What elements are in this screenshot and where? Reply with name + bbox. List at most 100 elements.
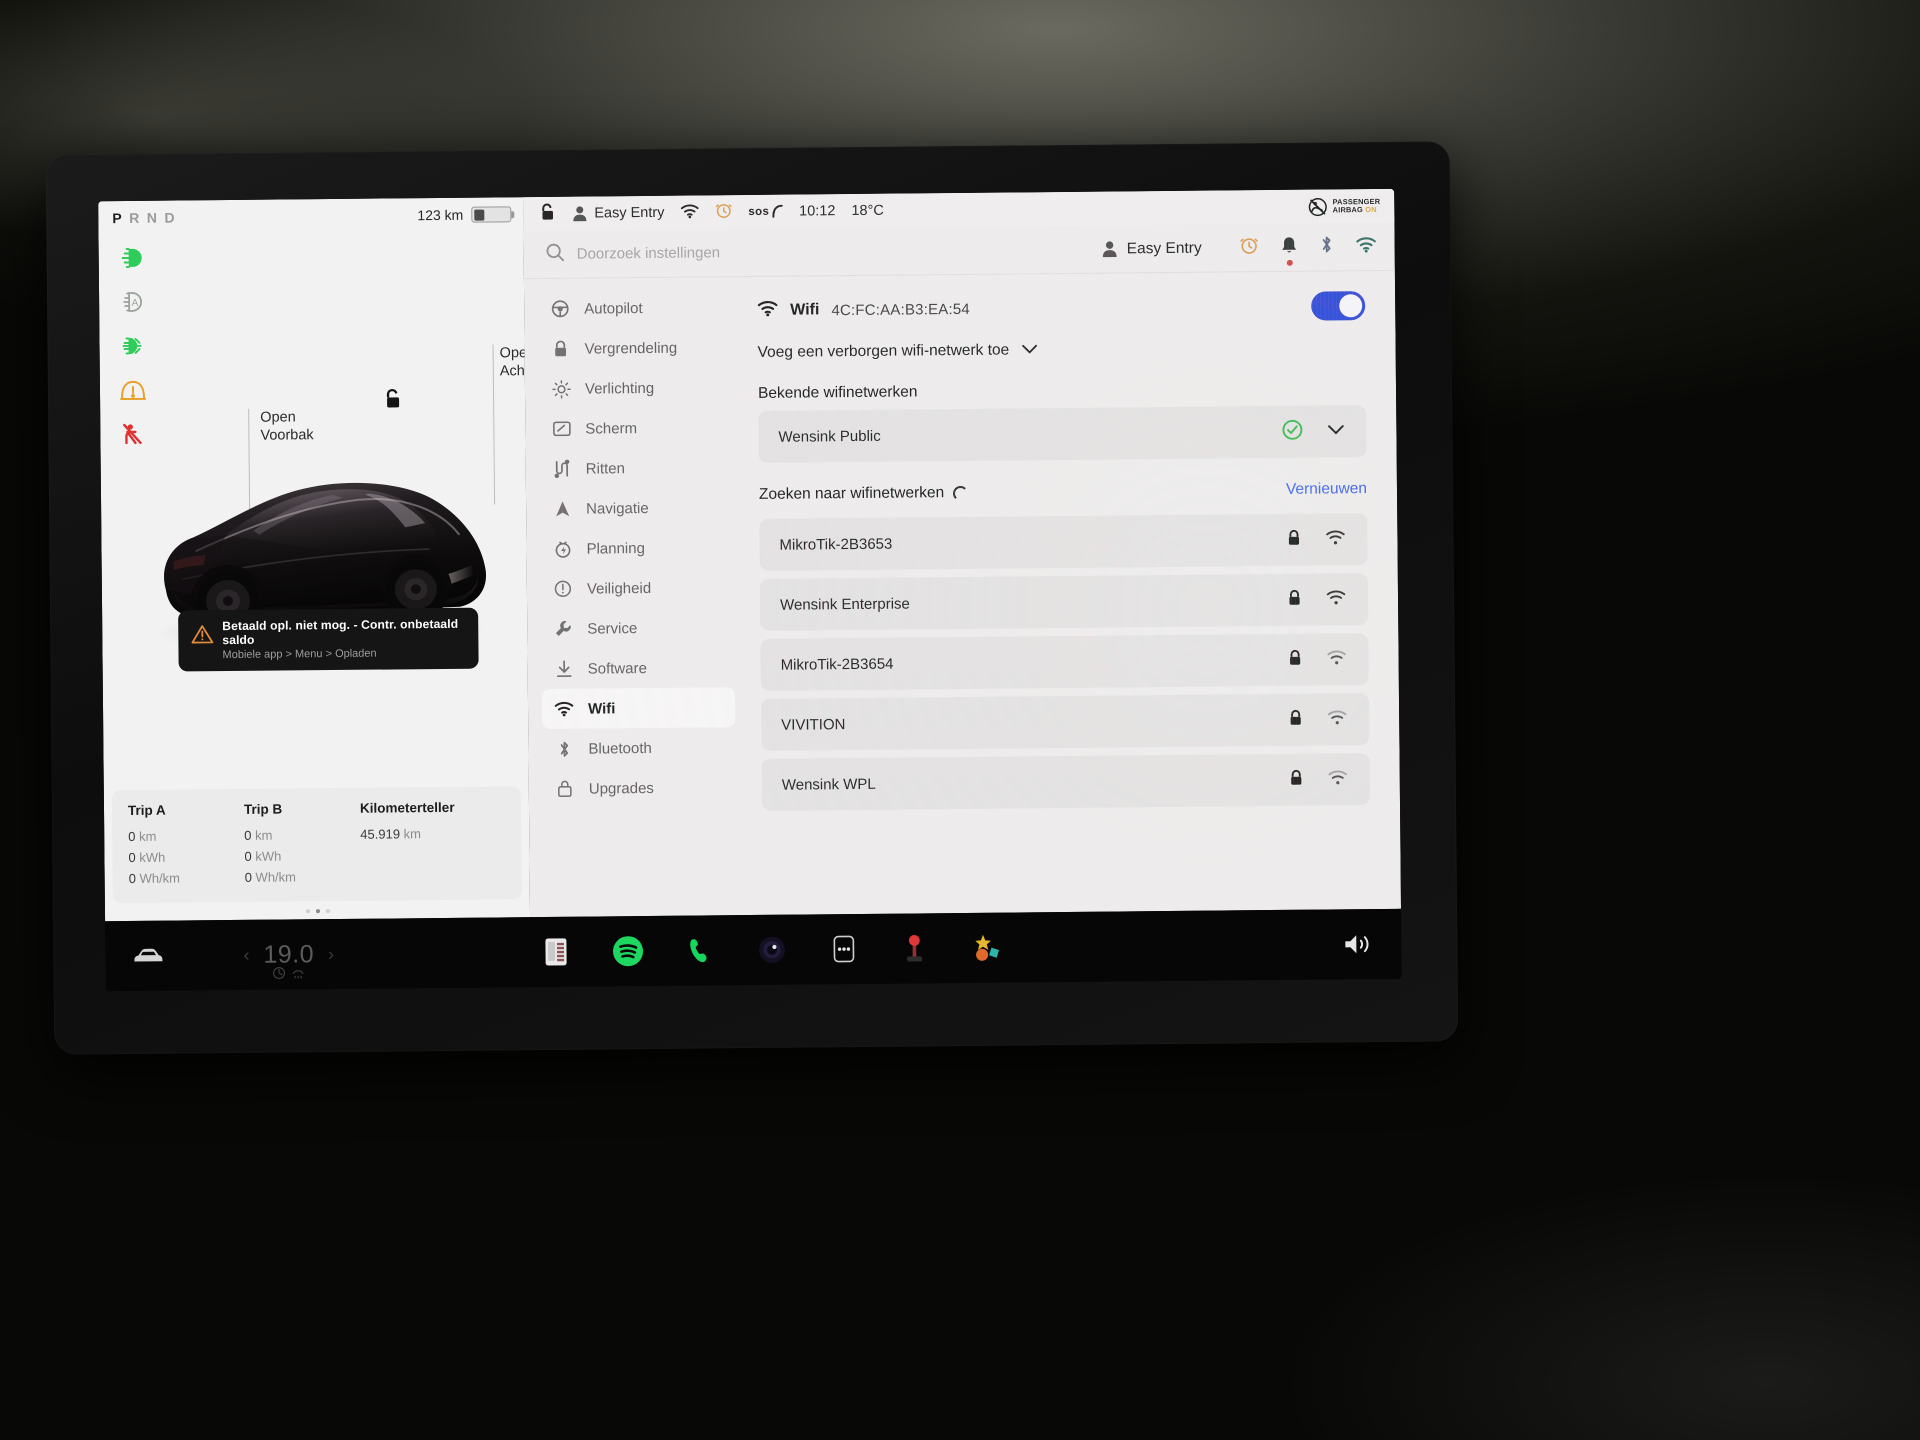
odometer: Kilometerteller 45.919 km (360, 799, 506, 887)
sidebar-item-bluetooth[interactable]: Bluetooth (542, 727, 735, 769)
defrost-icon[interactable] (292, 966, 305, 979)
unlocked-padlock-icon[interactable] (539, 202, 556, 225)
sidebar-label: Navigatie (586, 499, 649, 518)
battery-icon (471, 206, 512, 223)
driver-profile-status[interactable]: Easy Entry (572, 205, 664, 222)
trip-a-efficiency-unit: Wh/km (139, 870, 181, 886)
temp-decrease-button[interactable]: ‹ (243, 944, 249, 965)
more-apps-icon[interactable] (827, 932, 861, 966)
network-row[interactable]: VIVITION (760, 693, 1370, 751)
dock-right-group (1341, 927, 1375, 961)
steering-wheel-icon (550, 300, 570, 318)
trip-b-values: 0 km 0 kWh 0 Wh/km (244, 824, 361, 888)
sos-indicator[interactable]: sos (748, 204, 783, 219)
refresh-button[interactable]: Vernieuwen (1286, 480, 1367, 499)
airbag-off-symbol-icon (1309, 197, 1328, 216)
sidebar-label: Bluetooth (588, 739, 652, 758)
wifi-icon[interactable] (1356, 235, 1377, 257)
page-dot-3[interactable] (325, 909, 330, 914)
network-row-actions (1281, 418, 1344, 446)
settings-profile[interactable]: Easy Entry (1102, 239, 1202, 258)
sidebar-item-autopilot[interactable]: Autopilot (538, 287, 731, 329)
sidebar-item-upgrades[interactable]: Upgrades (543, 767, 736, 809)
sidebar-item-planning[interactable]: Planning (540, 527, 733, 569)
wifi-signal-icon (1327, 709, 1347, 730)
volume-icon[interactable] (1341, 927, 1375, 961)
trip-stats-card[interactable]: Trip A 0 km 0 kWh 0 Wh/km Trip B 0 km 0 … (111, 786, 522, 904)
sidebar-item-ritten[interactable]: Ritten (540, 447, 733, 489)
wifi-title: Wifi (790, 301, 820, 319)
bluetooth-icon (554, 739, 574, 758)
wifi-signal-icon (1325, 529, 1345, 550)
outside-temperature: 18°C (851, 202, 884, 220)
trip-b-distance-unit: km (255, 827, 273, 843)
profile-name: Easy Entry (594, 204, 665, 222)
bluetooth-icon[interactable] (1320, 234, 1334, 259)
lock-icon (1288, 708, 1303, 731)
sidebar-item-software[interactable]: Software (541, 647, 734, 689)
page-dot-1[interactable] (305, 909, 310, 914)
media-icon[interactable] (539, 935, 573, 969)
dock-left-group: ‹ 19.0 › (131, 937, 334, 979)
sidebar-item-scherm[interactable]: Scherm (539, 407, 732, 449)
sidebar-item-veiligheid[interactable]: Veiligheid (541, 567, 734, 609)
sidebar-item-navigatie[interactable]: Navigatie (540, 487, 733, 529)
charging-notification[interactable]: Betaald opl. niet mog. - Contr. onbetaal… (178, 607, 479, 672)
wifi-toggle[interactable] (1311, 290, 1366, 321)
wifi-signal-icon (1326, 589, 1346, 610)
climate-sub-icons (273, 966, 305, 979)
display-icon (551, 421, 571, 437)
sidebar-label: Scherm (585, 419, 638, 438)
bottom-dock: ‹ 19.0 › (105, 908, 1402, 992)
scanning-label: Zoeken naar wifinetwerken (758, 484, 945, 503)
arcade-icon[interactable] (971, 931, 1005, 965)
alarm-clock-icon[interactable] (715, 201, 732, 223)
airbag-line2: AIRBAG (1332, 205, 1364, 215)
add-hidden-network-row[interactable]: Voeg een verborgen wifi-netwerk toe (757, 327, 1365, 373)
camera-icon[interactable] (755, 933, 789, 967)
warning-triangle-icon (191, 625, 214, 644)
sidebar-item-vergrendeling[interactable]: Vergrendeling (538, 327, 731, 369)
center-display-screen: P R N D 123 km A Open Voorbak Open Betaa… (98, 188, 1402, 992)
settings-search-row: Easy Entry (523, 222, 1395, 280)
safety-warning-icon (553, 580, 573, 598)
sidebar-item-verlichting[interactable]: Verlichting (539, 367, 732, 409)
bell-icon[interactable] (1281, 235, 1298, 266)
person-icon (573, 206, 587, 222)
network-row[interactable]: MikroTik-2B3654 (760, 633, 1369, 691)
chevron-down-icon[interactable] (1327, 422, 1344, 440)
sidebar-item-service[interactable]: Service (541, 607, 734, 649)
network-row[interactable]: Wensink WPL (761, 753, 1371, 811)
lock-icon (1288, 648, 1303, 671)
wifi-settings-content: Wifi 4C:FC:AA:B3:EA:54 Voeg een verborge… (739, 271, 1401, 915)
page-dot-2[interactable] (315, 909, 320, 914)
fan-icon[interactable] (273, 966, 286, 979)
sidebar-label: Service (587, 619, 638, 638)
temp-increase-button[interactable]: › (328, 944, 334, 965)
network-ssid: Wensink Enterprise (779, 594, 910, 614)
person-icon (1102, 241, 1117, 258)
wifi-icon[interactable] (680, 203, 699, 222)
odometer-label: Kilometerteller (359, 799, 455, 816)
network-row[interactable]: MikroTik-2B3653 (759, 513, 1368, 571)
temperature-number: 19.0 (263, 939, 315, 969)
frunk-callout-line1: Open (260, 409, 296, 426)
wifi-mac-address: 4C:FC:AA:B3:EA:54 (831, 300, 970, 319)
gear-d: D (164, 209, 176, 226)
car-icon[interactable] (131, 939, 165, 973)
car-status-panel: P R N D 123 km A Open Voorbak Open Betaa… (98, 197, 565, 922)
sidebar-item-wifi[interactable]: Wifi (541, 687, 736, 730)
network-row[interactable]: Wensink Enterprise (759, 573, 1369, 631)
network-row-connected[interactable]: Wensink Public (758, 405, 1367, 463)
spotify-icon[interactable] (611, 934, 645, 968)
sidebar-label: Ritten (585, 459, 626, 478)
lock-icon (551, 340, 571, 358)
toybox-icon[interactable] (899, 931, 933, 965)
known-networks-title: Bekende wifinetwerken (757, 383, 918, 402)
alarm-clock-icon[interactable] (1240, 235, 1259, 260)
phone-icon[interactable] (683, 933, 717, 967)
unlocked-padlock-icon (383, 387, 403, 416)
lock-icon (1286, 528, 1301, 551)
clock-time: 10:12 (799, 203, 836, 220)
search-input[interactable] (576, 240, 1090, 263)
